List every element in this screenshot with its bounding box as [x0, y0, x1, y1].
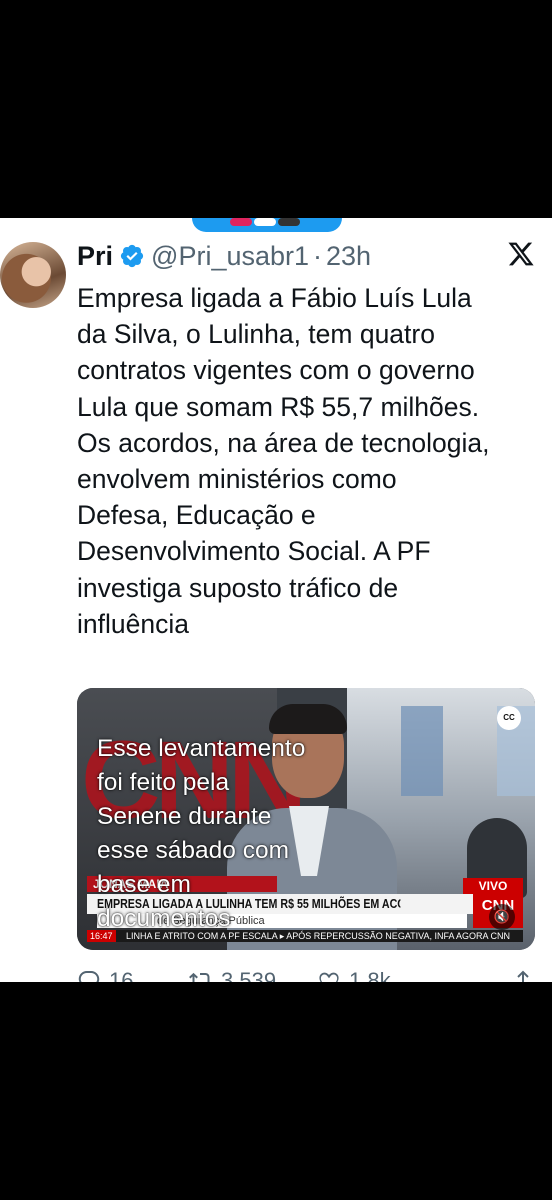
retweet-count: 3.539 [221, 968, 277, 982]
reply-icon [78, 971, 100, 982]
video-player[interactable]: CNN CC JONAS MAIA VIVO EMPRESA LIGADA A … [77, 688, 535, 950]
separator-dot: · [313, 240, 323, 271]
tweet-text: Empresa ligada a Fábio Luís Lula da Silv… [77, 283, 490, 639]
bottom-black-area [0, 982, 552, 1200]
like-count: 1,8k [349, 968, 391, 982]
like-button[interactable]: 1,8k [317, 968, 391, 982]
pill-avatar-icon [230, 218, 252, 226]
author-handle[interactable]: @Pri_usabr1 [151, 241, 309, 272]
reply-count: 16 [109, 968, 134, 982]
pill-avatar-icon [278, 218, 300, 226]
top-black-area [0, 0, 552, 218]
video-caption: Esse levantamento foi feito pela Senene … [97, 735, 306, 932]
anchor-hair [269, 704, 347, 734]
tweet-card[interactable]: Pri @Pri_usabr1 · 23h Empresa ligada a F… [0, 218, 552, 982]
avatar[interactable] [0, 242, 66, 308]
studio-window [401, 706, 443, 796]
author-name[interactable]: Pri [77, 241, 113, 272]
tweet-time[interactable]: 23h [326, 241, 371, 272]
reply-button[interactable]: 16 [77, 968, 133, 982]
tweet-header: Pri @Pri_usabr1 · 23h [77, 238, 371, 274]
cc-icon[interactable]: CC [497, 706, 521, 730]
live-badge: VIVO [463, 878, 523, 894]
retweet-button[interactable]: 3.539 [189, 968, 276, 982]
verified-badge-icon [119, 243, 145, 269]
mute-icon[interactable]: 🔇 [489, 904, 515, 930]
retweet-icon [189, 972, 210, 982]
like-icon [319, 972, 339, 982]
pill-avatar-icon [254, 218, 276, 226]
action-bar: 16 3.539 1,8k [77, 968, 537, 982]
share-button[interactable] [511, 968, 535, 982]
x-logo-icon [507, 240, 535, 268]
new-posts-pill[interactable] [192, 218, 342, 232]
share-icon [517, 970, 529, 982]
